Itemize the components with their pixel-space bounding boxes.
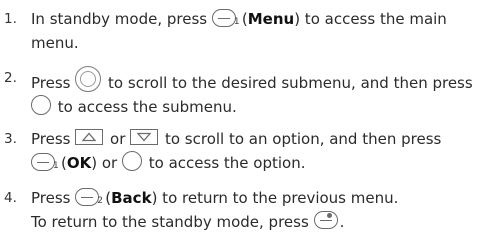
step-line: menu. xyxy=(31,34,79,52)
end-key-icon xyxy=(313,211,340,231)
softkey-number: 1 xyxy=(53,161,59,171)
back-label: Back xyxy=(111,189,152,207)
text: In standby mode, press xyxy=(31,10,208,28)
step-line: To return to the standby mode, press . xyxy=(31,210,485,234)
text: ) to access the main xyxy=(294,10,447,28)
step-line: In standby mode, press 1 (Menu) to acces… xyxy=(31,7,485,31)
confirm-key-icon xyxy=(121,151,144,173)
step-line: Press or to scroll to an option, and the… xyxy=(31,127,485,151)
softkey-number: 1 xyxy=(233,17,240,27)
step-line: to access the submenu. xyxy=(31,95,485,119)
end-key-dot xyxy=(326,213,332,218)
step-line: 1 (OK) or to access the option. xyxy=(31,151,485,175)
step-number: 1. xyxy=(4,11,17,27)
step-text: In standby mode, press 1 (Menu) to acces… xyxy=(31,7,485,55)
left-softkey-icon: 1 xyxy=(211,9,242,29)
softkey-shape xyxy=(75,188,100,206)
step-text: Press or to scroll to an option, and the… xyxy=(31,127,485,175)
navigation-key-icon xyxy=(75,66,103,94)
softkey-shape xyxy=(31,153,55,171)
text: or xyxy=(110,130,126,148)
confirm-ring xyxy=(121,151,142,171)
down-arrow-glyph xyxy=(136,132,152,142)
instruction-document: 1. In standby mode, press 1 (Menu) to ac… xyxy=(0,0,491,242)
step-number: 2. xyxy=(4,70,17,86)
confirm-key-icon xyxy=(31,95,53,117)
right-softkey-icon: 2 xyxy=(75,188,105,208)
ok-label: OK xyxy=(66,154,92,172)
step-line: Press 2 (Back) to return to the previous… xyxy=(31,186,485,210)
confirm-ring xyxy=(31,95,51,115)
text: ) to return to the previous menu. xyxy=(151,189,399,207)
text: to access the option. xyxy=(148,154,306,172)
text: ) or xyxy=(91,154,118,172)
end-key-shape xyxy=(313,211,338,229)
text: Press xyxy=(31,189,71,207)
step-line: Press to scroll to the desired submenu, … xyxy=(31,66,485,95)
up-key-icon xyxy=(75,129,105,147)
text: Press xyxy=(31,74,71,92)
up-arrow-glyph xyxy=(81,132,97,142)
softkey-number: 2 xyxy=(97,196,103,206)
text: to access the submenu. xyxy=(57,98,237,116)
text: Press xyxy=(31,130,71,148)
softkey-shape xyxy=(211,9,236,27)
down-key-icon xyxy=(130,129,160,147)
text: to scroll to the desired submenu, and th… xyxy=(108,74,473,92)
text: . xyxy=(339,213,345,231)
text: To return to the standby mode, press xyxy=(31,213,309,231)
step-number: 3. xyxy=(4,131,17,147)
step-number: 4. xyxy=(4,190,17,206)
menu-label: Menu xyxy=(247,10,295,28)
step-text: Press 2 (Back) to return to the previous… xyxy=(31,186,485,234)
step-text: Press to scroll to the desired submenu, … xyxy=(31,66,485,119)
left-softkey-icon: 1 xyxy=(31,153,61,173)
text: to scroll to an option, and then press xyxy=(164,130,442,148)
